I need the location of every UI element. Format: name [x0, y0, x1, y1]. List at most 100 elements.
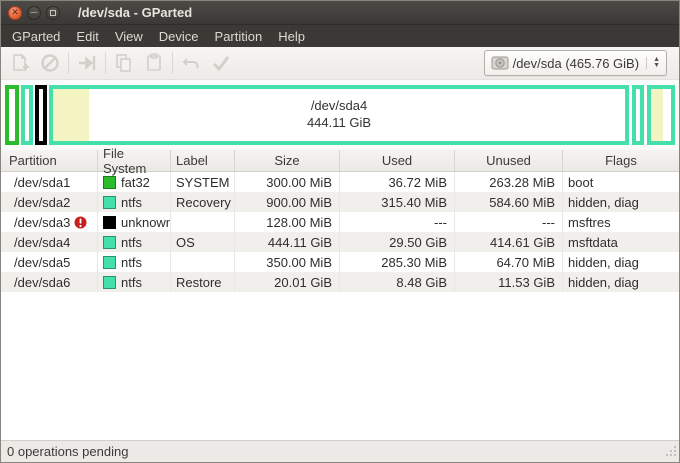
toolbar-separator — [68, 52, 69, 74]
used-space-block — [651, 89, 663, 141]
undo-icon — [180, 52, 202, 74]
partition-used: 315.40 MiB — [340, 192, 455, 212]
delete-icon — [39, 52, 61, 74]
partition-name: /dev/sda2 — [1, 192, 98, 212]
resize-grip[interactable] — [664, 444, 677, 460]
column-header-unused[interactable]: Unused — [455, 150, 563, 171]
partition-flags: hidden, diag — [563, 272, 679, 292]
menu-help[interactable]: Help — [270, 25, 313, 47]
new-partition-button[interactable] — [5, 49, 35, 77]
toolbar-separator — [105, 52, 106, 74]
partition-size: 128.00 MiB — [235, 212, 340, 232]
partition-unused: 414.61 GiB — [455, 232, 563, 252]
paste-button[interactable] — [139, 49, 169, 77]
partition-segment-sda1[interactable] — [5, 85, 19, 145]
partition-unused: 11.53 GiB — [455, 272, 563, 292]
filesystem-name: ntfs — [121, 195, 142, 210]
filesystem-cell: ntfs — [98, 192, 171, 212]
new-partition-icon — [9, 52, 31, 74]
close-button[interactable]: ✕ — [8, 6, 22, 20]
copy-button[interactable] — [109, 49, 139, 77]
selected-partition-size: 444.11 GiB — [307, 115, 371, 132]
menu-gparted[interactable]: GParted — [4, 25, 68, 47]
window-title: /dev/sda - GParted — [78, 5, 192, 20]
table-row-sda6[interactable]: /dev/sda6 ntfs Restore 20.01 GiB 8.48 Gi… — [1, 272, 679, 292]
partition-used: 36.72 MiB — [340, 172, 455, 192]
table-row-sda5[interactable]: /dev/sda5 ntfs 350.00 MiB 285.30 MiB 64.… — [1, 252, 679, 272]
pending-operations-text: 0 operations pending — [7, 444, 128, 459]
table-header: Partition File System Label Size Used Un… — [1, 150, 679, 172]
column-header-size[interactable]: Size — [235, 150, 340, 171]
partition-flags: msftdata — [563, 232, 679, 252]
maximize-button[interactable] — [46, 6, 60, 20]
delete-partition-button[interactable] — [35, 49, 65, 77]
partition-bar: /dev/sda4 444.11 GiB — [5, 85, 675, 145]
partition-unused: 584.60 MiB — [455, 192, 563, 212]
filesystem-color-swatch — [103, 276, 116, 289]
column-header-flags[interactable]: Flags — [563, 150, 679, 171]
titlebar: ✕ ─ /dev/sda - GParted — [1, 1, 679, 25]
column-header-partition[interactable]: Partition — [1, 150, 98, 171]
partition-size: 350.00 MiB — [235, 252, 340, 272]
partition-name: /dev/sda6 — [1, 272, 98, 292]
partition-segment-sda6[interactable] — [647, 85, 675, 145]
filesystem-cell: ntfs — [98, 232, 171, 252]
partition-name: /dev/sda4 — [1, 232, 98, 252]
partition-unused: 64.70 MiB — [455, 252, 563, 272]
apply-button[interactable] — [206, 49, 236, 77]
resize-move-icon — [76, 52, 98, 74]
menu-edit[interactable]: Edit — [68, 25, 106, 47]
partition-name: /dev/sda3 — [14, 215, 70, 230]
spinner-arrows-icon: ▲▼ — [646, 57, 660, 69]
filesystem-color-swatch — [103, 196, 116, 209]
table-row-sda1[interactable]: /dev/sda1 fat32 SYSTEM 300.00 MiB 36.72 … — [1, 172, 679, 192]
table-row-sda4[interactable]: /dev/sda4 ntfs OS 444.11 GiB 29.50 GiB 4… — [1, 232, 679, 252]
filesystem-name: ntfs — [121, 255, 142, 270]
partition-segment-sda2[interactable] — [21, 85, 33, 145]
filesystem-color-swatch — [103, 216, 116, 229]
menu-partition[interactable]: Partition — [207, 25, 271, 47]
copy-icon — [113, 52, 135, 74]
partition-segment-sda4[interactable]: /dev/sda4 444.11 GiB — [49, 85, 629, 145]
menu-device[interactable]: Device — [151, 25, 207, 47]
resize-move-button[interactable] — [72, 49, 102, 77]
partition-size: 444.11 GiB — [235, 232, 340, 252]
table-row-sda2[interactable]: /dev/sda2 ntfs Recovery 900.00 MiB 315.4… — [1, 192, 679, 212]
filesystem-color-swatch — [103, 176, 116, 189]
table-row-sda3[interactable]: /dev/sda3 unknown 128.00 MiB --- --- msf… — [1, 212, 679, 232]
column-header-used[interactable]: Used — [340, 150, 455, 171]
filesystem-color-swatch — [103, 236, 116, 249]
filesystem-name: unknown — [121, 215, 171, 230]
partition-flags: msftres — [563, 212, 679, 232]
device-selector-value: /dev/sda (465.76 GiB) — [513, 56, 639, 71]
partition-label — [171, 252, 235, 272]
filesystem-name: fat32 — [121, 175, 150, 190]
menubar: GParted Edit View Device Partition Help — [1, 25, 679, 47]
partition-size: 300.00 MiB — [235, 172, 340, 192]
partition-unused: --- — [455, 212, 563, 232]
partition-name: /dev/sda1 — [1, 172, 98, 192]
column-header-label[interactable]: Label — [171, 150, 235, 171]
partition-label — [171, 212, 235, 232]
partition-unused: 263.28 MiB — [455, 172, 563, 192]
menu-view[interactable]: View — [107, 25, 151, 47]
partition-used: 29.50 GiB — [340, 232, 455, 252]
minimize-button[interactable]: ─ — [27, 6, 41, 20]
partition-flags: boot — [563, 172, 679, 192]
column-header-filesystem[interactable]: File System — [98, 150, 171, 171]
filesystem-name: ntfs — [121, 275, 142, 290]
device-selector[interactable]: /dev/sda (465.76 GiB) ▲▼ — [484, 50, 667, 76]
partition-name: /dev/sda5 — [1, 252, 98, 272]
partition-flags: hidden, diag — [563, 252, 679, 272]
partition-name-cell: /dev/sda3 — [1, 212, 98, 232]
partition-used: --- — [340, 212, 455, 232]
partition-visual-area: /dev/sda4 444.11 GiB — [1, 80, 679, 150]
partition-segment-sda3[interactable] — [35, 85, 47, 145]
partition-flags: hidden, diag — [563, 192, 679, 212]
partition-segment-sda5[interactable] — [632, 85, 644, 145]
undo-button[interactable] — [176, 49, 206, 77]
partition-used: 8.48 GiB — [340, 272, 455, 292]
statusbar: 0 operations pending — [1, 440, 679, 462]
partition-label: Restore — [171, 272, 235, 292]
partition-label: Recovery — [171, 192, 235, 212]
